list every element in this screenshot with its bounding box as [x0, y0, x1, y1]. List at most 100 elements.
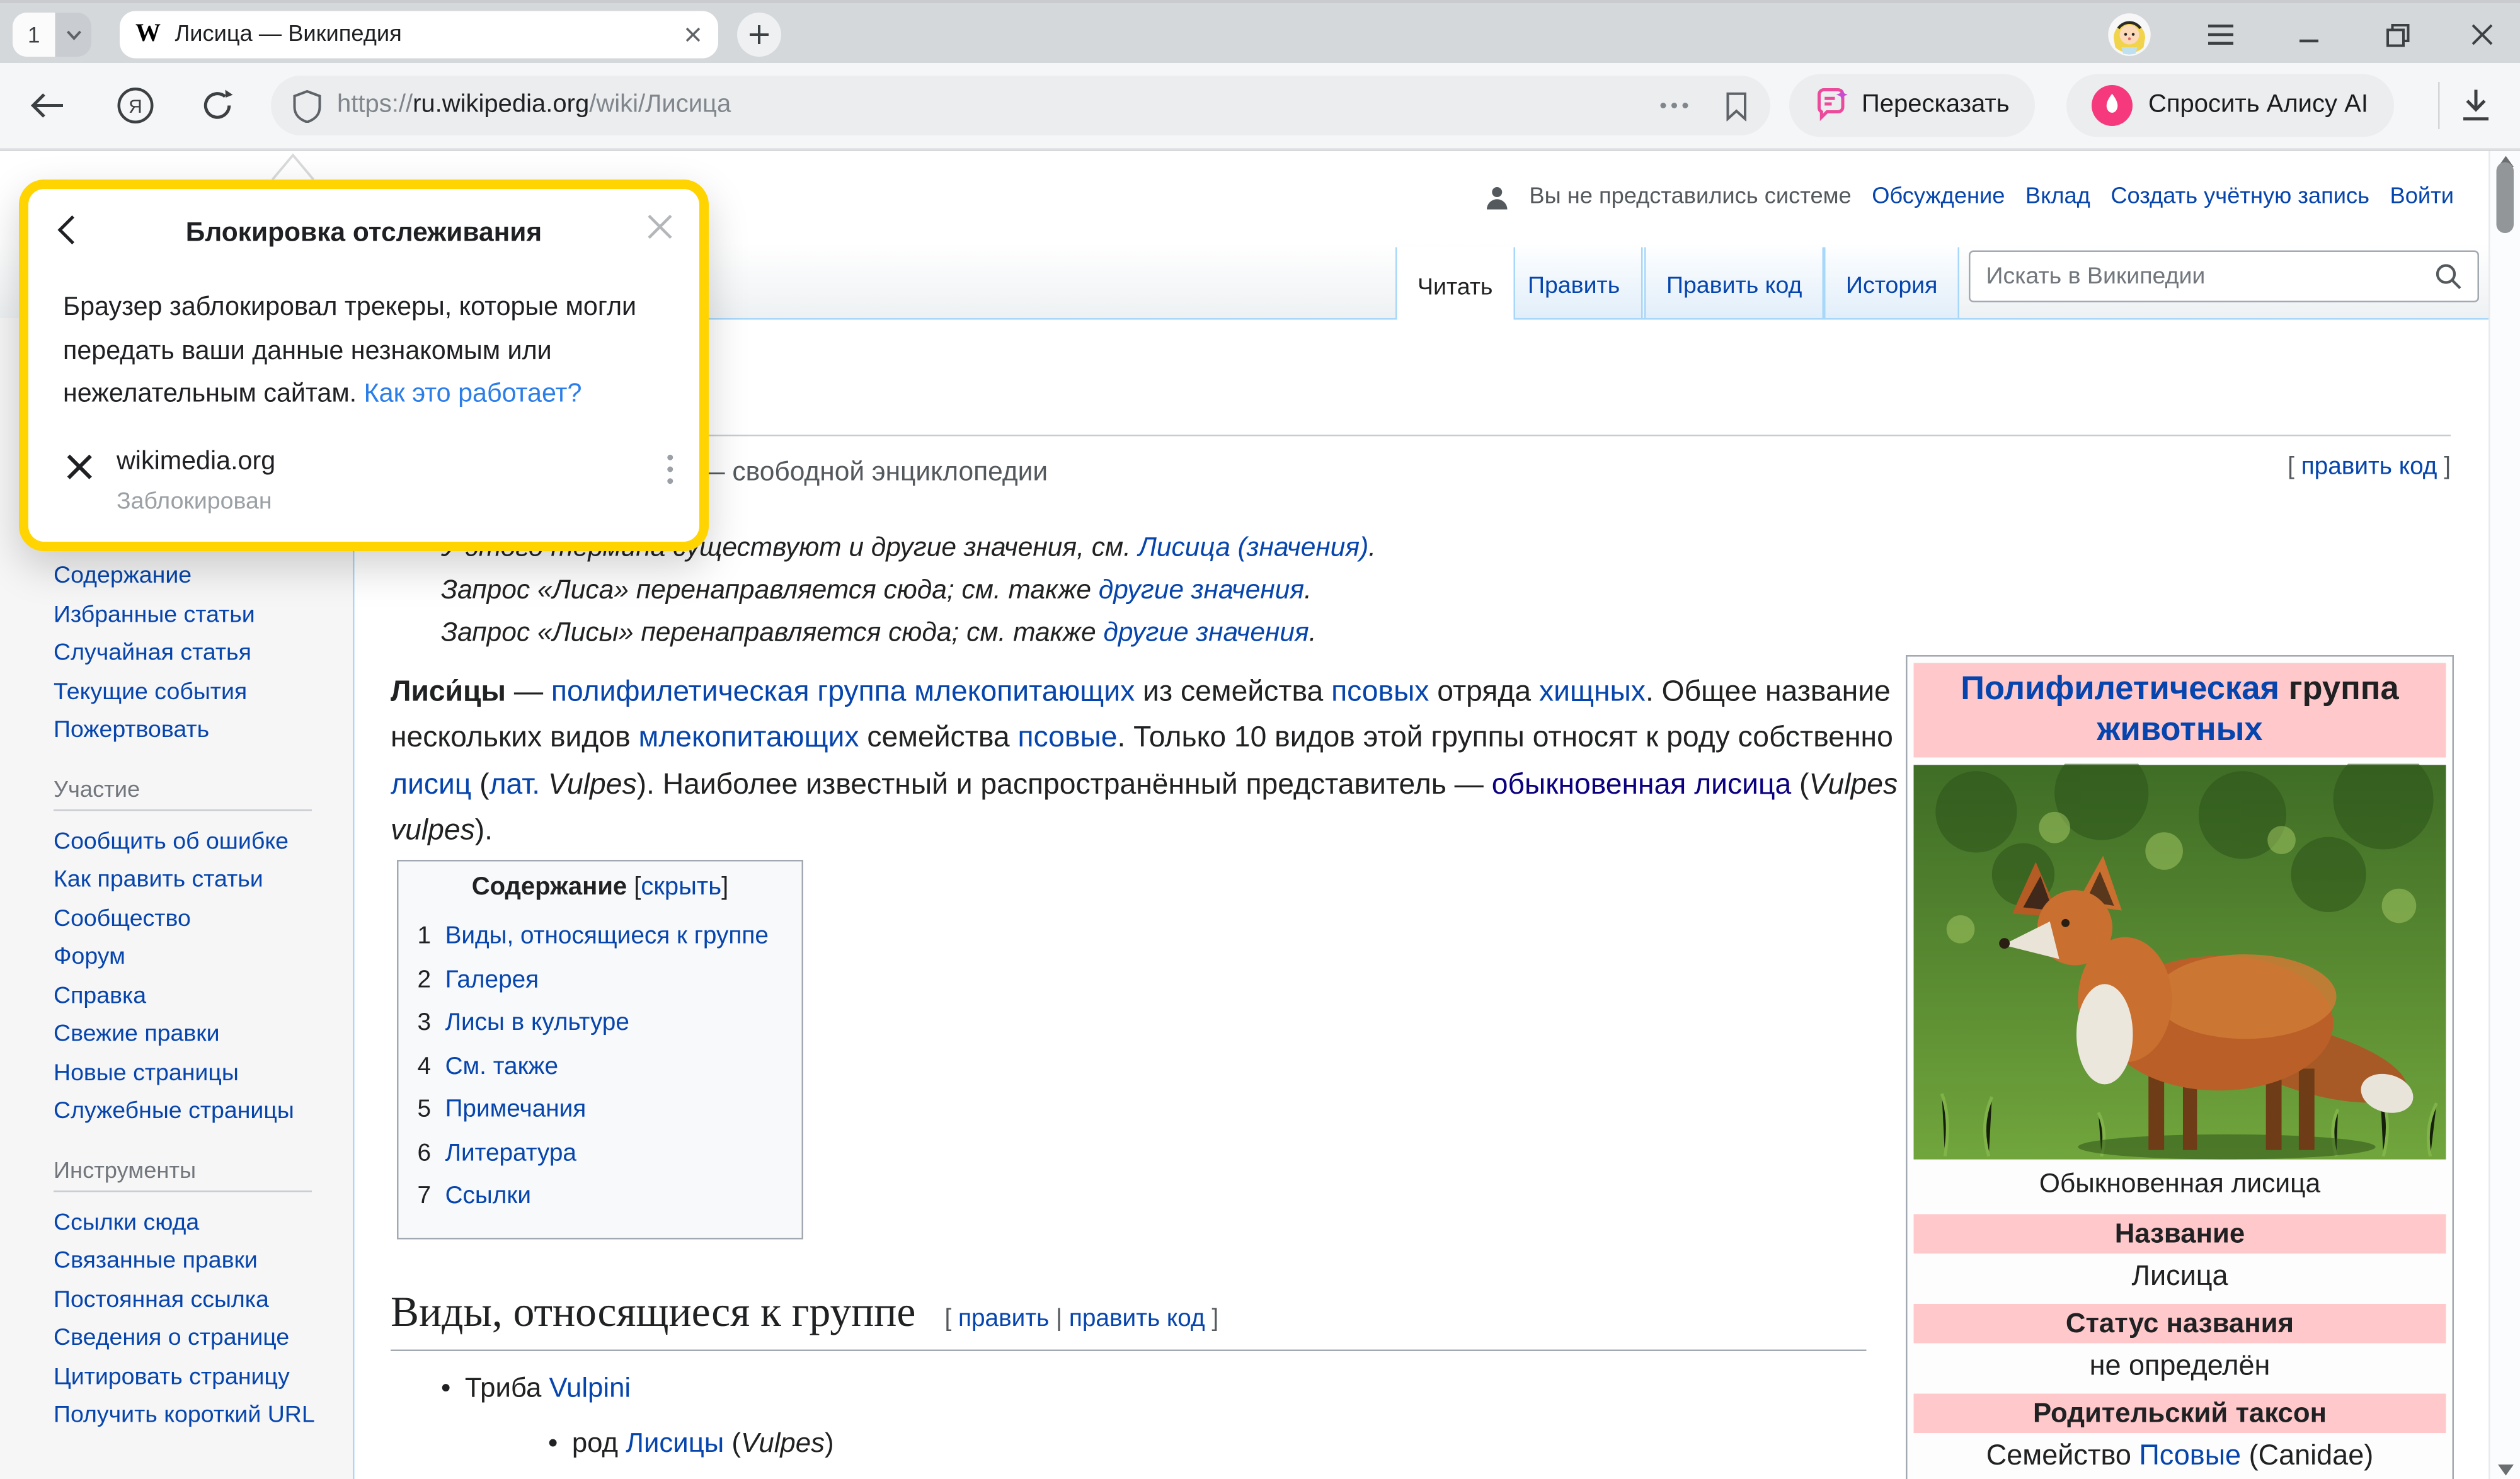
- inline-link[interactable]: скрыть: [641, 874, 721, 901]
- inline-link[interactable]: животных: [2097, 712, 2262, 748]
- user-link[interactable]: Войти: [2390, 185, 2454, 210]
- inline-link[interactable]: Полифилетическая: [1961, 671, 2279, 707]
- sidebar-item[interactable]: Ссылки сюда: [54, 1204, 321, 1242]
- menu-button[interactable]: [2202, 16, 2240, 54]
- view-tab-4[interactable]: История: [1824, 248, 1959, 319]
- text-segment: (Canidae): [2241, 1439, 2373, 1471]
- sidebar-item[interactable]: Служебные страницы: [54, 1093, 321, 1131]
- inline-link[interactable]: обыкновенная лисица: [1492, 767, 1791, 800]
- minimize-button[interactable]: [2290, 16, 2328, 54]
- popup-close-icon[interactable]: [646, 213, 674, 241]
- inline-link[interactable]: править: [958, 1306, 1049, 1333]
- inline-link[interactable]: другие значения: [1103, 617, 1309, 648]
- sidebar-item[interactable]: Случайная статья: [54, 635, 321, 673]
- toc-link[interactable]: Галерея: [445, 958, 539, 1002]
- sidebar-item[interactable]: Связанные правки: [54, 1243, 321, 1281]
- inline-link[interactable]: Vulpini: [549, 1372, 631, 1403]
- sidebar-item[interactable]: Сообщество: [54, 900, 321, 939]
- address-bar[interactable]: https://ru.wikipedia.org/wiki/Лисица: [271, 76, 1770, 135]
- yandex-button[interactable]: Я: [117, 87, 154, 125]
- inline-link[interactable]: править код: [1069, 1306, 1205, 1333]
- wiki-search-box[interactable]: Искать в Википедии: [1969, 251, 2479, 303]
- user-link[interactable]: Создать учётную запись: [2110, 185, 2369, 210]
- more-icon[interactable]: [1659, 101, 1690, 110]
- toc-link[interactable]: Лисы в культуре: [445, 1002, 629, 1045]
- toc-item[interactable]: 1Виды, относящиеся к группе: [418, 915, 783, 959]
- new-tab-button[interactable]: [737, 13, 781, 57]
- reload-button[interactable]: [198, 87, 236, 125]
- toc-link[interactable]: См. также: [445, 1045, 558, 1088]
- view-tab-3[interactable]: Править код: [1644, 248, 1824, 319]
- avatar[interactable]: [2107, 13, 2151, 57]
- user-link[interactable]: Обсуждение: [1872, 185, 2005, 210]
- browser-tab[interactable]: W Лисица — Википедия: [120, 11, 718, 59]
- inline-link[interactable]: псовых: [1331, 674, 1429, 707]
- sidebar-item[interactable]: Пожертвовать: [54, 712, 321, 750]
- toc-link[interactable]: Литература: [445, 1131, 576, 1175]
- view-tab-1[interactable]: Читать: [1395, 248, 1515, 320]
- toc-item[interactable]: 5 Примечания: [418, 1088, 783, 1132]
- inline-link[interactable]: другие значения: [1099, 575, 1304, 605]
- close-window-button[interactable]: [2463, 16, 2501, 54]
- sidebar-item[interactable]: Получить короткий URL: [54, 1397, 321, 1436]
- tab-counter-value[interactable]: 1: [13, 13, 55, 57]
- sidebar-item[interactable]: Новые страницы: [54, 1054, 321, 1093]
- inline-link[interactable]: млекопитающих: [914, 674, 1135, 707]
- tab-close-icon[interactable]: [684, 25, 702, 44]
- ask-alice-button[interactable]: Спросить Алису AI: [2066, 74, 2393, 137]
- inline-link[interactable]: полифилетическая группа: [551, 674, 906, 707]
- list-item: род Лисицы (Vulpes): [548, 1427, 834, 1460]
- toc-item[interactable]: 2Галерея: [418, 958, 783, 1002]
- retell-button[interactable]: Пересказать: [1789, 74, 2035, 137]
- shield-icon[interactable]: [293, 89, 321, 122]
- view-tab-2[interactable]: Править: [1506, 248, 1642, 319]
- text-segment: (: [471, 767, 489, 800]
- user-link[interactable]: Вклад: [2025, 185, 2090, 210]
- tab-counter-button[interactable]: 1: [13, 13, 91, 57]
- inline-link[interactable]: псовые: [1017, 721, 1117, 754]
- inline-link[interactable]: Лисицы: [626, 1427, 724, 1458]
- toc-link[interactable]: Примечания: [445, 1088, 587, 1132]
- downloads-button[interactable]: [2457, 87, 2495, 125]
- inline-link[interactable]: править код: [2301, 454, 2437, 481]
- sidebar-item[interactable]: Сведения о странице: [54, 1320, 321, 1358]
- toc-item[interactable]: 7Ссылки: [418, 1175, 783, 1218]
- sidebar-item[interactable]: Форум: [54, 939, 321, 977]
- alice-icon: [2092, 85, 2133, 126]
- sidebar-item[interactable]: Постоянная ссылка: [54, 1281, 321, 1320]
- retell-label: Пересказать: [1862, 91, 2010, 120]
- inline-link[interactable]: лисиц: [391, 767, 471, 800]
- toc-number: 5: [418, 1088, 432, 1132]
- user-icon: [1485, 185, 1509, 209]
- sidebar-item[interactable]: Цитировать страницу: [54, 1358, 321, 1396]
- sidebar-item[interactable]: Текущие события: [54, 673, 321, 712]
- toc-item[interactable]: 4См. также: [418, 1045, 783, 1088]
- fox-photo[interactable]: [1914, 764, 2446, 1161]
- sidebar-item[interactable]: Избранные статьи: [54, 596, 321, 634]
- sidebar-item[interactable]: Свежие правки: [54, 1016, 321, 1054]
- scroll-down-icon[interactable]: [2498, 1465, 2514, 1476]
- search-icon[interactable]: [2435, 263, 2462, 290]
- sidebar-item[interactable]: Содержание: [54, 557, 321, 596]
- kebab-menu-icon[interactable]: [667, 454, 675, 485]
- sidebar-item[interactable]: Справка: [54, 977, 321, 1015]
- inline-link[interactable]: лат.: [490, 767, 541, 800]
- inline-link[interactable]: хищных: [1539, 674, 1646, 707]
- sidebar-item[interactable]: Как править статьи: [54, 862, 321, 900]
- inline-link[interactable]: Лисица (значения): [1138, 532, 1369, 562]
- toc-link[interactable]: Виды, относящиеся к группе: [445, 915, 769, 959]
- toc-item[interactable]: 3Лисы в культуре: [418, 1002, 783, 1045]
- inline-link[interactable]: Псовые: [2139, 1439, 2241, 1471]
- inline-link[interactable]: Как это работает?: [364, 380, 582, 408]
- toc-link[interactable]: Ссылки: [445, 1175, 531, 1218]
- back-button[interactable]: [28, 87, 66, 125]
- scrollbar[interactable]: [2488, 151, 2520, 1479]
- toc-item[interactable]: 6Литература: [418, 1131, 783, 1175]
- inline-link[interactable]: млекопитающих: [639, 721, 859, 754]
- chevron-down-icon[interactable]: [55, 13, 92, 57]
- bookmark-icon[interactable]: [1725, 91, 1749, 121]
- scrollbar-thumb[interactable]: [2497, 163, 2514, 234]
- restore-button[interactable]: [2378, 16, 2416, 54]
- sidebar-item[interactable]: Сообщить об ошибке: [54, 823, 321, 861]
- retell-ai-icon: [1814, 88, 1849, 123]
